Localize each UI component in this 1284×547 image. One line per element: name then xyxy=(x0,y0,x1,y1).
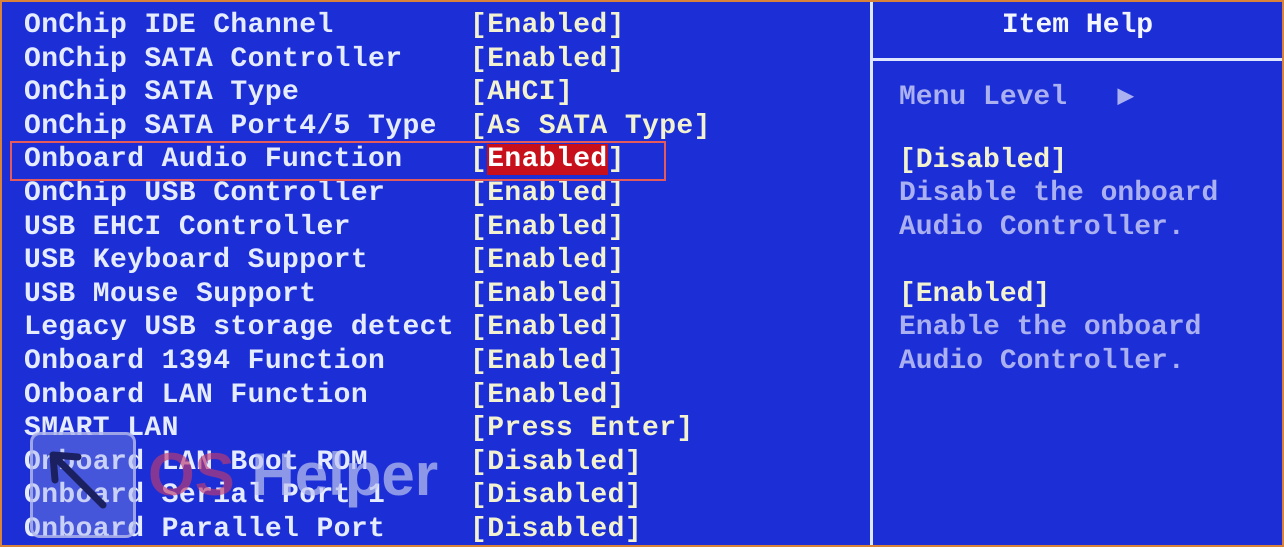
help-desc: Audio Controller. xyxy=(899,212,1185,243)
setting-value[interactable]: [Enabled] xyxy=(470,278,625,312)
cursor-arrow-icon xyxy=(30,432,136,538)
help-option-enabled: [Enabled] xyxy=(899,279,1051,310)
setting-label: Onboard 1394 Function xyxy=(24,345,386,377)
setting-label: OnChip USB Controller xyxy=(24,177,386,209)
setting-value[interactable]: [Enabled] xyxy=(470,177,625,211)
item-help-panel: Item Help Menu Level ▶ [Disabled] Disabl… xyxy=(873,2,1282,377)
setting-value[interactable]: [Disabled] xyxy=(470,446,642,480)
help-desc: Audio Controller. xyxy=(899,346,1185,377)
setting-label: USB Keyboard Support xyxy=(24,245,369,277)
setting-value[interactable]: [Enabled] xyxy=(470,345,625,379)
setting-value[interactable]: [Disabled] xyxy=(470,479,642,513)
setting-label: USB Mouse Support xyxy=(24,278,317,310)
setting-label: USB EHCI Controller xyxy=(24,211,351,243)
setting-label: OnChip SATA Type xyxy=(24,77,300,109)
setting-value[interactable]: [Enabled] xyxy=(470,311,625,345)
setting-label: OnChip IDE Channel xyxy=(24,10,334,41)
help-title: Item Help xyxy=(1001,10,1154,41)
setting-value[interactable]: [Enabled] xyxy=(470,244,625,278)
highlight-frame xyxy=(10,141,666,181)
help-option-disabled: [Disabled] xyxy=(899,145,1068,176)
setting-label: Legacy USB storage detect xyxy=(24,312,455,344)
help-desc: Disable the onboard xyxy=(899,178,1219,209)
menu-level: Menu Level ▶ xyxy=(899,82,1135,113)
setting-value[interactable]: [As SATA Type] xyxy=(470,110,711,144)
setting-label: OnChip SATA Port4/5 Type xyxy=(24,110,437,142)
setting-value[interactable]: [Enabled] xyxy=(470,9,625,43)
setting-value[interactable]: [Press Enter] xyxy=(470,412,694,446)
setting-value[interactable]: [Enabled] xyxy=(470,211,625,245)
setting-label: Onboard LAN Function xyxy=(24,379,369,411)
setting-value[interactable]: [Disabled] xyxy=(470,513,642,545)
watermark-text: OS Helper xyxy=(148,441,439,508)
setting-value[interactable]: [Enabled] xyxy=(470,43,625,77)
bios-screen: OnChip IDE Channel [Enabled] OnChip SATA C… xyxy=(2,2,1282,545)
help-desc: Enable the onboard xyxy=(899,312,1202,343)
setting-label: OnChip SATA Controller xyxy=(24,43,403,75)
setting-value[interactable]: [AHCI] xyxy=(470,76,573,110)
setting-value[interactable]: [Enabled] xyxy=(470,379,625,413)
